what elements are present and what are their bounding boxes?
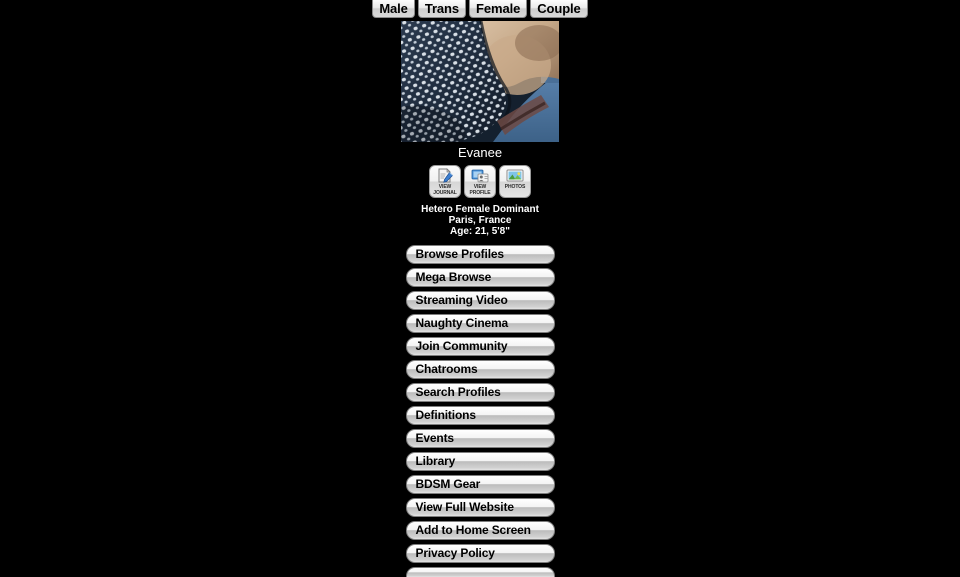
profile-photo[interactable] [401, 21, 559, 142]
tab-trans[interactable]: Trans [417, 0, 467, 18]
profile-photo-image [401, 21, 559, 142]
profile-action-row: VIEW JOURNAL VIEW PROFILE PHOTOS [429, 165, 531, 198]
tab-male[interactable]: Male [372, 0, 415, 18]
menu-view-full-website[interactable]: View Full Website [405, 498, 555, 517]
view-journal-label: VIEW JOURNAL [433, 184, 457, 196]
photos-image-icon [506, 168, 524, 183]
menu-search-profiles[interactable]: Search Profiles [405, 383, 555, 402]
photos-button[interactable]: PHOTOS [499, 165, 531, 198]
view-profile-label: VIEW PROFILE [469, 184, 491, 196]
main-menu: Browse Profiles Mega Browse Streaming Vi… [405, 245, 555, 577]
journal-pen-icon [436, 168, 454, 183]
profile-orientation: Hetero Female Dominant [421, 204, 539, 215]
view-profile-button[interactable]: VIEW PROFILE [464, 165, 496, 198]
menu-definitions[interactable]: Definitions [405, 406, 555, 425]
content-column: Male Trans Female Couple Evanee VIEW JOU… [0, 0, 960, 577]
view-journal-button[interactable]: VIEW JOURNAL [429, 165, 461, 198]
profile-card-icon [471, 168, 489, 183]
menu-mega-browse[interactable]: Mega Browse [405, 268, 555, 287]
app-root: Male Trans Female Couple Evanee VIEW JOU… [0, 0, 960, 577]
menu-naughty-cinema[interactable]: Naughty Cinema [405, 314, 555, 333]
gender-tab-bar: Male Trans Female Couple [372, 0, 588, 19]
photos-label: PHOTOS [504, 184, 526, 190]
tab-couple[interactable]: Couple [530, 0, 588, 18]
menu-streaming-video[interactable]: Streaming Video [405, 291, 555, 310]
menu-privacy-policy[interactable]: Privacy Policy [405, 544, 555, 563]
menu-events[interactable]: Events [405, 429, 555, 448]
menu-partially-visible[interactable] [405, 567, 555, 577]
profile-age: Age: 21, 5'8" [450, 226, 510, 237]
menu-chatrooms[interactable]: Chatrooms [405, 360, 555, 379]
menu-join-community[interactable]: Join Community [405, 337, 555, 356]
profile-location: Paris, France [448, 215, 512, 226]
menu-add-to-home-screen[interactable]: Add to Home Screen [405, 521, 555, 540]
menu-browse-profiles[interactable]: Browse Profiles [405, 245, 555, 264]
profile-meta: Hetero Female Dominant Paris, France Age… [421, 204, 539, 237]
profile-name: Evanee [457, 145, 503, 160]
menu-library[interactable]: Library [405, 452, 555, 471]
tab-female[interactable]: Female [469, 0, 528, 18]
menu-bdsm-gear[interactable]: BDSM Gear [405, 475, 555, 494]
